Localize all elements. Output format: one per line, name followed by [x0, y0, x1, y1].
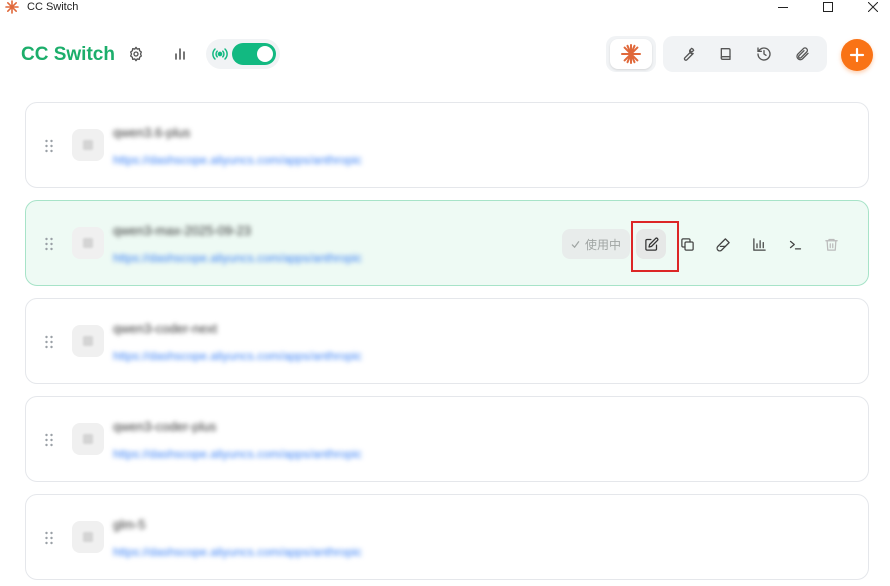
plus-icon [849, 47, 865, 63]
brand-title: CC Switch [21, 44, 115, 65]
tools-toolbar [663, 36, 827, 72]
app-header: CC Switch [0, 22, 890, 92]
broadcast-icon [212, 46, 228, 62]
provider-avatar [72, 227, 104, 259]
copy-icon [680, 237, 694, 251]
app-switcher [606, 36, 656, 72]
terminal-icon [789, 240, 801, 249]
paperclip-icon[interactable] [789, 41, 815, 67]
provider-url[interactable]: https://dashscope.aliyuncs.com/apps/anth… [113, 349, 362, 363]
drag-handle-icon[interactable] [44, 335, 54, 349]
provider-card[interactable]: qwen3.6-plus https://dashscope.aliyuncs.… [25, 102, 869, 188]
trash-icon [824, 238, 838, 251]
add-provider-button[interactable] [841, 39, 873, 71]
provider-avatar [72, 129, 104, 161]
terminal-button[interactable] [780, 229, 810, 259]
usage-stats-button[interactable] [744, 229, 774, 259]
highlight-box [631, 221, 679, 272]
provider-name: glm-5 [113, 517, 146, 532]
check-icon [571, 240, 580, 248]
provider-url[interactable]: https://dashscope.aliyuncs.com/apps/anth… [113, 545, 362, 559]
provider-name: qwen3-coder-next [113, 321, 218, 336]
provider-url[interactable]: https://dashscope.aliyuncs.com/apps/anth… [113, 153, 362, 167]
close-button[interactable] [853, 0, 890, 14]
book-icon[interactable] [713, 41, 739, 67]
in-use-button[interactable]: 使用中 [562, 229, 630, 259]
proxy-toggle-group [206, 39, 280, 69]
provider-actions: 使用中 [562, 228, 852, 260]
toggle-knob [257, 46, 273, 62]
provider-avatar [72, 423, 104, 455]
provider-avatar [72, 521, 104, 553]
proxy-toggle-switch[interactable] [232, 43, 276, 65]
provider-url[interactable]: https://dashscope.aliyuncs.com/apps/anth… [113, 251, 362, 265]
bar-chart-icon [752, 237, 766, 251]
bar-chart-icon[interactable] [169, 43, 191, 65]
wrench-icon[interactable] [675, 41, 701, 67]
provider-avatar [72, 325, 104, 357]
app-logo-icon [5, 0, 19, 14]
history-icon[interactable] [751, 41, 777, 67]
minimize-button[interactable] [763, 0, 803, 14]
drag-handle-icon[interactable] [44, 139, 54, 153]
claude-app-button[interactable] [610, 39, 652, 69]
provider-url[interactable]: https://dashscope.aliyuncs.com/apps/anth… [113, 447, 362, 461]
in-use-label: 使用中 [584, 237, 621, 252]
provider-card[interactable]: qwen3-coder-plus https://dashscope.aliyu… [25, 396, 869, 482]
claude-sparkle-icon [621, 44, 641, 64]
window-title: CC Switch [27, 1, 79, 13]
gear-icon[interactable] [125, 43, 147, 65]
drag-handle-icon[interactable] [44, 237, 54, 251]
provider-card-active[interactable]: qwen3-max-2025-09-23 https://dashscope.a… [25, 200, 869, 286]
provider-card[interactable]: qwen3-coder-next https://dashscope.aliyu… [25, 298, 869, 384]
provider-name: qwen3.6-plus [113, 125, 191, 140]
maximize-button[interactable] [808, 0, 848, 14]
drag-handle-icon[interactable] [44, 433, 54, 447]
provider-name: qwen3-max-2025-09-23 [113, 223, 252, 238]
provider-name: qwen3-coder-plus [113, 419, 217, 434]
test-button[interactable] [708, 229, 738, 259]
provider-card[interactable]: glm-5 https://dashscope.aliyuncs.com/app… [25, 494, 869, 580]
delete-button[interactable] [816, 229, 846, 259]
drag-handle-icon[interactable] [44, 531, 54, 545]
title-bar: CC Switch [0, 0, 890, 14]
test-tube-icon [715, 237, 730, 252]
